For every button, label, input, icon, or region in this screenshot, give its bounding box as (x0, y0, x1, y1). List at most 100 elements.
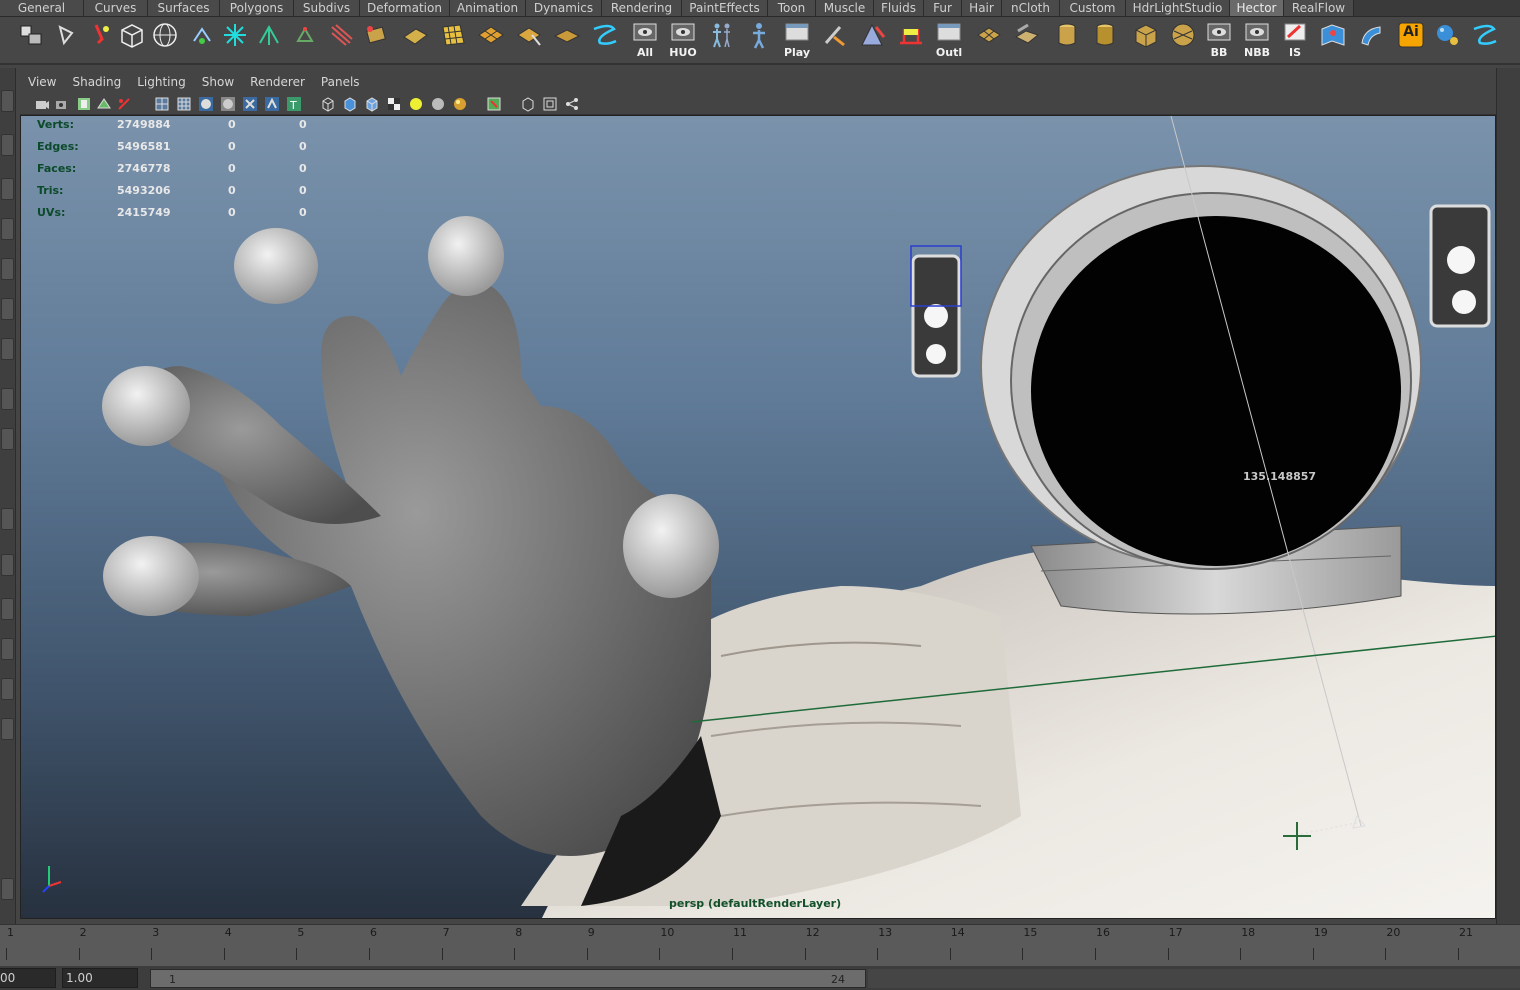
measure-tool-icon[interactable] (894, 21, 928, 61)
gold-sphere-icon[interactable] (452, 96, 468, 112)
menu-renderer[interactable]: Renderer (242, 72, 313, 92)
soft-mod-tool-button[interactable] (1, 388, 14, 410)
manipulator-tool-button[interactable] (1, 298, 14, 320)
layout-split-button[interactable] (1, 554, 14, 576)
cylinder-icon[interactable] (1088, 21, 1122, 61)
shelf-tab-hector[interactable]: Hector (1230, 0, 1284, 16)
curve-blue-icon[interactable] (1468, 21, 1502, 61)
scale-tool-button[interactable] (1, 258, 14, 280)
no-bounding-box-button[interactable]: NBB (1240, 21, 1274, 61)
layout-single-button[interactable] (1, 428, 14, 450)
lattice-icon[interactable] (288, 21, 322, 61)
grid-plane-icon[interactable] (436, 21, 470, 61)
layout-graph-button[interactable] (1, 638, 14, 660)
start-time-field[interactable]: 1.00 (62, 968, 138, 988)
sculpt-icon[interactable] (818, 21, 852, 61)
paint-weights-icon[interactable] (856, 21, 890, 61)
bookmarks-icon[interactable] (76, 96, 92, 112)
shelf-tab-ncloth[interactable]: nCloth (1002, 0, 1060, 16)
cluster-icon[interactable] (324, 21, 358, 61)
shelf-tab-general[interactable]: General (0, 0, 84, 16)
isolate-all-button[interactable]: All (628, 21, 662, 61)
menu-show[interactable]: Show (194, 72, 242, 92)
shaded-cube-icon[interactable] (342, 96, 358, 112)
current-frame-field[interactable]: 00 (0, 968, 56, 988)
isolate-select-icon[interactable] (486, 96, 502, 112)
shelf-tab-dynamics[interactable]: Dynamics (526, 0, 602, 16)
shelf-tab-hair[interactable]: Hair (962, 0, 1002, 16)
shelf-tab-curves[interactable]: Curves (84, 0, 148, 16)
shelf-tab-toon[interactable]: Toon (768, 0, 816, 16)
xray-icon[interactable] (264, 96, 280, 112)
resolution-gate-icon[interactable] (520, 96, 536, 112)
select-camera-icon[interactable] (34, 96, 50, 112)
layout-custom-button[interactable] (1, 718, 14, 740)
default-material-icon[interactable] (242, 96, 258, 112)
smooth-shade-icon[interactable] (198, 96, 214, 112)
camera-attributes-icon[interactable] (54, 96, 70, 112)
menu-panels[interactable]: Panels (313, 72, 368, 92)
wire-cube-icon[interactable] (320, 96, 336, 112)
characters-icon[interactable] (704, 21, 738, 61)
checker-icon[interactable] (386, 96, 402, 112)
playblast-button[interactable]: Play (780, 21, 814, 61)
wireframe-icon[interactable] (154, 96, 170, 112)
layout-outliner-button[interactable] (1, 598, 14, 620)
menu-view[interactable]: View (20, 72, 64, 92)
wrap-deformer-icon[interactable] (360, 21, 394, 61)
character-icon[interactable] (742, 21, 776, 61)
net-plane-icon[interactable] (474, 21, 508, 61)
film-gate-icon[interactable] (542, 96, 558, 112)
uv-layout-icon[interactable] (972, 21, 1006, 61)
map-icon[interactable] (1316, 21, 1350, 61)
shelf-tab-painteffects[interactable]: PaintEffects (682, 0, 768, 16)
pivot-tool-icon[interactable] (184, 21, 218, 61)
shelf-tab-custom[interactable]: Custom (1060, 0, 1126, 16)
place-uv-icon[interactable] (512, 21, 546, 61)
rotate-tool-button[interactable] (1, 218, 14, 240)
all-lights-icon[interactable] (408, 96, 424, 112)
move-tool-button[interactable] (1, 178, 14, 200)
cube-wire-icon[interactable] (114, 21, 148, 61)
shelf-tab-deformation[interactable]: Deformation (360, 0, 450, 16)
shelf-tab-surfaces[interactable]: Surfaces (148, 0, 220, 16)
render-sphere-icon[interactable] (1430, 21, 1464, 61)
layout-quad-button[interactable] (1, 508, 14, 530)
illustrator-icon[interactable]: Ai (1394, 21, 1428, 61)
range-slider[interactable]: 1 24 (150, 969, 866, 988)
layout-hypershade-button[interactable] (1, 678, 14, 700)
curve-tool-icon[interactable] (588, 21, 622, 61)
shelf-tab-fur[interactable]: Fur (924, 0, 962, 16)
joint-tool-icon[interactable] (218, 21, 252, 61)
textured-icon[interactable]: T (286, 96, 302, 112)
grid-icon[interactable] (176, 96, 192, 112)
bend-icon[interactable] (1354, 21, 1388, 61)
ik-handle-icon[interactable] (252, 21, 286, 61)
2d-pan-icon[interactable] (116, 96, 132, 112)
menu-lighting[interactable]: Lighting (129, 72, 194, 92)
perspective-viewport[interactable]: Verts: 2749884 0 0 Edges: 5496581 0 0 Fa… (20, 115, 1496, 919)
layout-bottom-button[interactable] (1, 878, 14, 900)
box-icon[interactable] (1128, 21, 1162, 61)
shaded-wire-icon[interactable] (220, 96, 236, 112)
time-slider[interactable]: 1 2 3 4 5 6 7 8 9 10 11 12 13 14 15 16 17 18 19 20 21 (0, 924, 1520, 966)
barrel-icon[interactable] (1050, 21, 1084, 61)
is-button[interactable]: IS (1278, 21, 1312, 61)
huo-button[interactable]: HUO (666, 21, 700, 61)
lasso-tool-icon[interactable] (50, 21, 84, 61)
select-tool-icon[interactable] (14, 21, 48, 61)
shelf-tab-fluids[interactable]: Fluids (874, 0, 924, 16)
shelf-tab-subdivs[interactable]: Subdivs (294, 0, 360, 16)
shelf-tab-realflow[interactable]: RealFlow (1284, 0, 1354, 16)
last-tool-button[interactable] (1, 338, 14, 360)
flat-plane-icon[interactable] (550, 21, 584, 61)
shelf-tab-animation[interactable]: Animation (450, 0, 526, 16)
shelf-tab-hdrlightstudio[interactable]: HdrLightStudio (1126, 0, 1230, 16)
lasso-tool-button[interactable] (1, 134, 14, 156)
outliner-button[interactable]: Outl (932, 21, 966, 61)
select-tool-button[interactable] (1, 90, 14, 112)
plane-uv-icon[interactable] (398, 21, 432, 61)
image-plane-icon[interactable] (96, 96, 112, 112)
sphere-wire-icon[interactable] (148, 21, 182, 61)
shadow-icon[interactable] (430, 96, 446, 112)
